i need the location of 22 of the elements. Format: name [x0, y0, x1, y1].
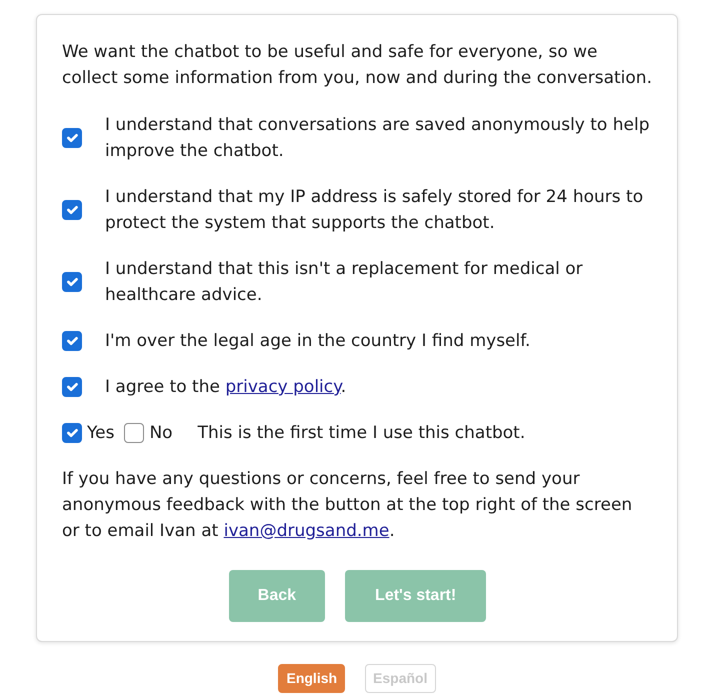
checkbox[interactable]	[62, 200, 82, 220]
option-label: Yes	[87, 422, 114, 445]
start-button[interactable]: Let's start!	[345, 570, 486, 622]
checkbox[interactable]	[62, 377, 82, 397]
link[interactable]: privacy policy	[225, 377, 341, 397]
contact-paragraph: If you have any questions or concerns, feel free to send your anonymous feedback with the button at the top right of the screen or to email Ivan at ivan@drugsand.me.	[62, 468, 634, 543]
question-label: This is the first time I use this chatbot.	[198, 422, 526, 445]
back-button[interactable]: Back	[228, 570, 326, 622]
checkbox[interactable]	[62, 272, 82, 292]
consent-label: I'm over the legal age in the country I find myself.	[105, 330, 530, 353]
intro-paragraph: We want the chatbot to be useful and safe for everyone, so we collect some information from you, now and during the conversation.	[62, 41, 653, 90]
option-label: No	[149, 422, 173, 445]
checkbox[interactable]	[124, 423, 144, 443]
checkbox[interactable]	[62, 128, 82, 148]
checkbox[interactable]	[62, 331, 82, 351]
consent-label: I understand that conversations are saved anonymously to help improve the chatbot.	[105, 114, 650, 163]
language-button[interactable]: English	[278, 664, 346, 693]
checkbox[interactable]	[62, 423, 82, 443]
consent-label: I agree to the privacy policy.	[105, 376, 346, 399]
link[interactable]: ivan@drugsand.me	[224, 521, 390, 541]
consent-label: I understand that this isn't a replacement for medical or healthcare advice.	[105, 258, 584, 307]
consent-label: I understand that my IP address is safely stored for 24 hours to protect the system that supports the chatbot.	[105, 186, 644, 235]
